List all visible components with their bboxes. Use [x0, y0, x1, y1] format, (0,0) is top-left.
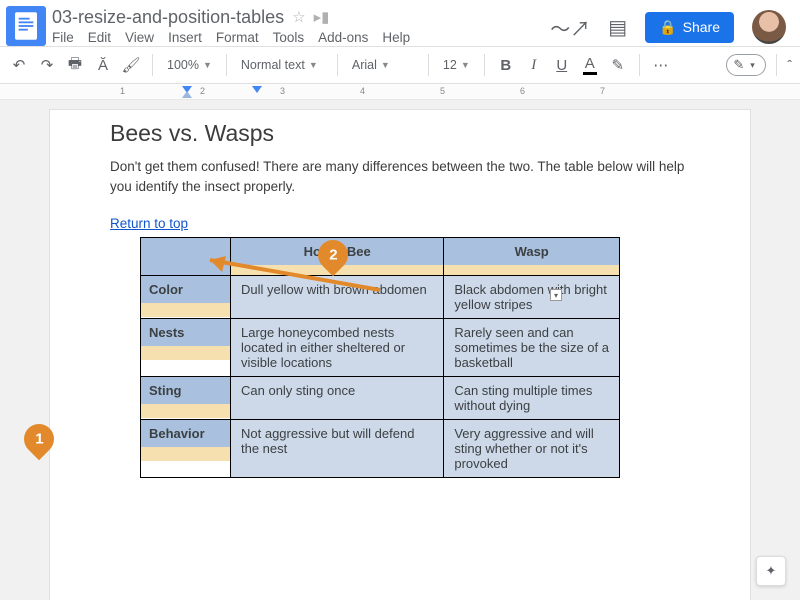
row-label-nests[interactable]: Nests — [141, 318, 231, 376]
paragraph-style-dropdown[interactable]: Normal text▼ — [237, 56, 327, 74]
menu-file[interactable]: File — [52, 30, 74, 45]
font-family-dropdown[interactable]: Arial▼ — [348, 56, 418, 74]
italic-button[interactable]: I — [523, 52, 545, 78]
row-label-behavior[interactable]: Behavior — [141, 419, 231, 477]
hide-menus-icon[interactable]: ˆ — [787, 57, 792, 73]
cell-wasp-nests[interactable]: Rarely seen and can sometimes be the siz… — [444, 318, 620, 376]
row-label-sting[interactable]: Sting — [141, 376, 231, 419]
document-canvas[interactable]: Bees vs. Wasps Don't get them confused! … — [0, 100, 800, 600]
docs-logo-icon[interactable] — [6, 6, 46, 46]
menu-tools[interactable]: Tools — [273, 30, 305, 45]
bold-button[interactable]: B — [495, 52, 517, 78]
star-icon[interactable]: ☆ — [292, 8, 305, 26]
menu-view[interactable]: View — [125, 30, 154, 45]
cell-wasp-behavior[interactable]: Very aggressive and will sting whether o… — [444, 419, 620, 477]
spellcheck-icon[interactable]: Ă — [92, 52, 114, 78]
intro-paragraph[interactable]: Don't get them confused! There are many … — [110, 157, 690, 198]
zoom-dropdown[interactable]: 100%▼ — [163, 56, 216, 74]
underline-button[interactable]: U — [551, 52, 573, 78]
text-color-button[interactable]: A — [579, 52, 601, 78]
heading[interactable]: Bees vs. Wasps — [110, 120, 690, 147]
comments-icon[interactable]: ▤ — [608, 15, 627, 40]
activity-icon[interactable]: 〜↗ — [550, 13, 590, 42]
table-handle-icon[interactable]: ▾ — [550, 289, 562, 301]
explore-button[interactable]: ✦ — [756, 556, 786, 586]
table-header-wasp[interactable]: Wasp — [444, 237, 620, 275]
document-page[interactable]: Bees vs. Wasps Don't get them confused! … — [50, 110, 750, 600]
menu-edit[interactable]: Edit — [88, 30, 111, 45]
cell-bee-behavior[interactable]: Not aggressive but will defend the nest — [231, 419, 444, 477]
move-folder-icon[interactable]: ▸▮ — [314, 8, 330, 26]
annotation-marker-2: 2 — [318, 240, 350, 274]
menu-help[interactable]: Help — [382, 30, 410, 45]
redo-icon[interactable]: ↷ — [36, 52, 58, 78]
annotation-marker-1: 1 — [24, 424, 56, 458]
return-to-top-link[interactable]: Return to top — [110, 216, 188, 231]
font-size-dropdown[interactable]: 12▼ — [439, 56, 474, 74]
cell-wasp-sting[interactable]: Can sting multiple times without dying — [444, 376, 620, 419]
horizontal-ruler[interactable]: 1 2 3 4 5 6 7 — [0, 84, 800, 100]
more-tools-icon[interactable]: ⋯ — [650, 52, 672, 78]
menu-format[interactable]: Format — [216, 30, 259, 45]
menu-insert[interactable]: Insert — [168, 30, 202, 45]
title-bar: 03-resize-and-position-tables ☆ ▸▮ File … — [0, 0, 800, 46]
editing-mode-dropdown[interactable]: ✎ ▾ — [726, 54, 766, 76]
undo-icon[interactable]: ↶ — [8, 52, 30, 78]
highlight-color-button[interactable]: ✎ — [607, 52, 629, 78]
menu-bar: File Edit View Insert Format Tools Add-o… — [52, 30, 550, 45]
menu-addons[interactable]: Add-ons — [318, 30, 368, 45]
cell-wasp-color[interactable]: Black abdomen with bright yellow stripes — [444, 275, 620, 318]
share-button[interactable]: 🔒 Share — [645, 12, 734, 43]
cell-bee-sting[interactable]: Can only sting once — [231, 376, 444, 419]
document-title[interactable]: 03-resize-and-position-tables — [52, 7, 284, 28]
toolbar: ↶ ↷ 🖶 Ă 🖌 100%▼ Normal text▼ Arial▼ 12▼ … — [0, 46, 800, 84]
lock-icon: 🔒 — [659, 19, 676, 36]
annotation-arrow-icon — [190, 250, 390, 300]
share-label: Share — [683, 19, 720, 35]
paint-format-icon[interactable]: 🖌 — [120, 52, 142, 78]
account-avatar[interactable] — [752, 10, 786, 44]
cell-bee-nests[interactable]: Large honeycombed nests located in eithe… — [231, 318, 444, 376]
print-icon[interactable]: 🖶 — [64, 52, 86, 78]
